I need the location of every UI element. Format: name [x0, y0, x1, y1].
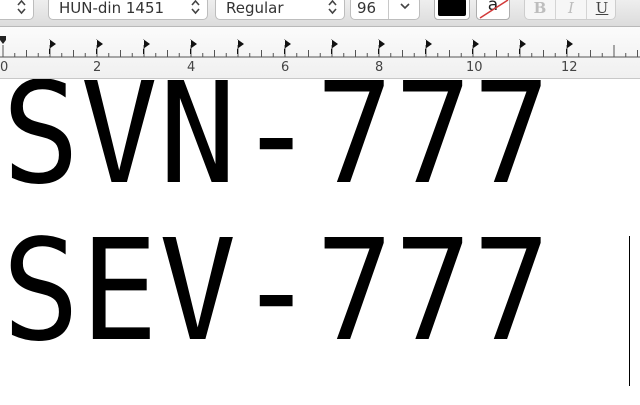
- ruler-label-12: 12: [561, 60, 578, 75]
- left-indent-marker[interactable]: [0, 36, 6, 44]
- ruler[interactable]: 0 2 4 6 8 10 12: [0, 27, 640, 79]
- font-size-combo[interactable]: 96: [350, 0, 420, 20]
- text-color-well[interactable]: [434, 0, 470, 20]
- font-family-value: HUN-din 1451: [59, 0, 165, 17]
- ruler-label-0: 0: [0, 60, 9, 75]
- no-highlight-slash-icon: [479, 0, 509, 19]
- chevron-up-down-icon: [191, 0, 200, 15]
- ruler-label-4: 4: [187, 60, 196, 75]
- text-line-1: SVN-777: [2, 79, 552, 216]
- font-size-value[interactable]: 96: [357, 0, 376, 19]
- ruler-label-2: 2: [93, 60, 102, 75]
- chevron-down-icon[interactable]: [399, 0, 411, 12]
- font-style-popup[interactable]: Regular: [215, 0, 345, 20]
- underline-button[interactable]: U: [587, 0, 617, 19]
- text-style-buttons: B I U: [524, 0, 616, 20]
- bold-button[interactable]: B: [525, 0, 555, 19]
- ruler-label-8: 8: [375, 60, 384, 75]
- paragraph-style-popup[interactable]: [0, 0, 34, 20]
- italic-button[interactable]: I: [556, 0, 586, 19]
- chevron-up-down-icon: [17, 0, 26, 15]
- ruler-label-10: 10: [466, 60, 483, 75]
- chevron-up-down-icon: [328, 0, 337, 15]
- combo-divider: [388, 0, 389, 19]
- text-caret: [629, 236, 630, 386]
- text-line-2: SEV-777: [2, 210, 552, 373]
- font-style-value: Regular: [226, 0, 284, 17]
- ruler-label-6: 6: [281, 60, 290, 75]
- document-text-area[interactable]: SVN-777 SEV-777: [0, 79, 640, 405]
- highlight-color-well[interactable]: a: [476, 0, 510, 20]
- text-color-swatch: [438, 0, 466, 16]
- font-family-popup[interactable]: HUN-din 1451: [48, 0, 208, 20]
- format-toolbar: HUN-din 1451 Regular 96 a B I U: [0, 0, 640, 27]
